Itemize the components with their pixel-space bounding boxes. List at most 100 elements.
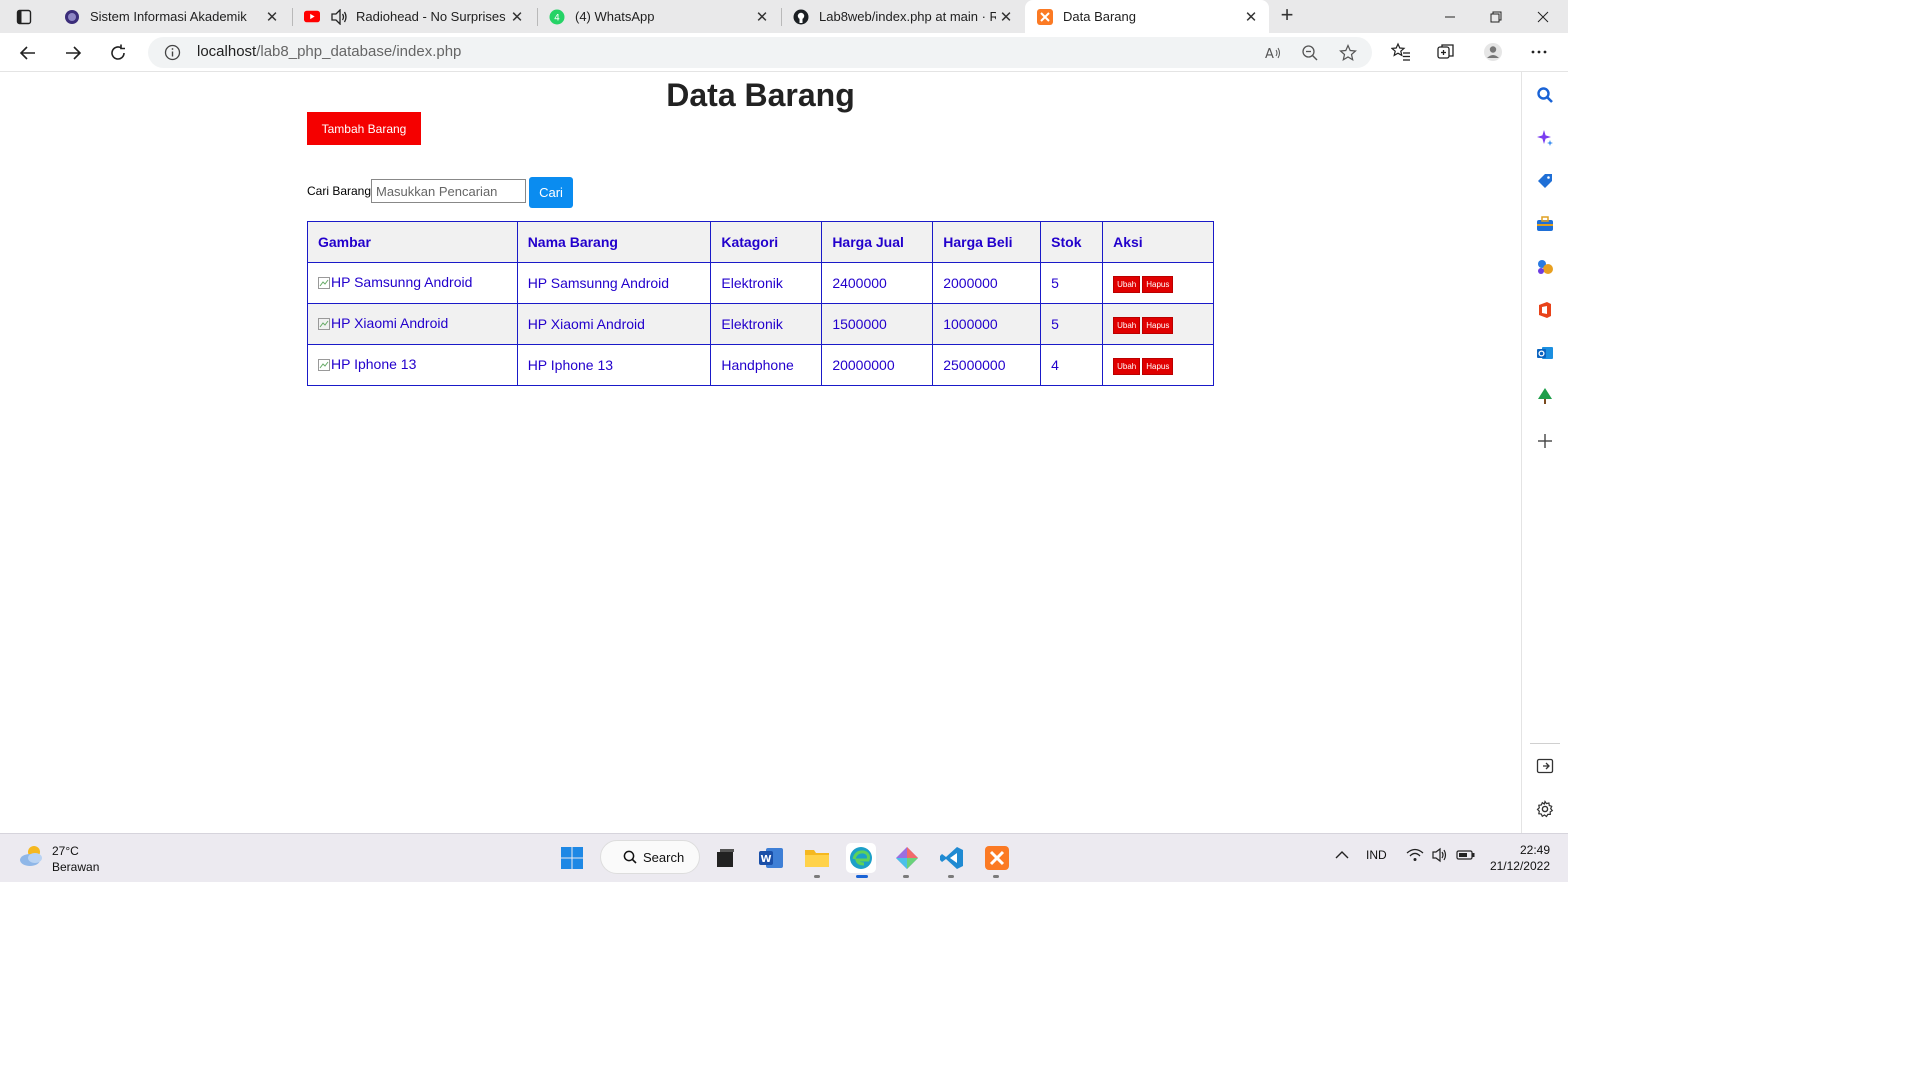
browser-tab-bar: Sistem Informasi Akademik ✕ Radiohead - …: [0, 0, 1568, 33]
tab-title: (4) WhatsApp: [575, 9, 655, 24]
battery-icon[interactable]: [1456, 847, 1476, 866]
hide-sidebar-icon[interactable]: [1535, 756, 1555, 776]
refresh-icon[interactable]: [106, 41, 130, 65]
tab-whatsapp[interactable]: 4 (4) WhatsApp ✕: [537, 0, 780, 33]
image-cell: HP Xiaomi Android: [307, 303, 518, 345]
search-button[interactable]: Cari: [529, 177, 573, 208]
tab-title: Radiohead - No Surprises -: [356, 9, 507, 24]
close-window-icon[interactable]: [1520, 0, 1566, 33]
games-icon[interactable]: [1535, 257, 1555, 277]
restore-icon[interactable]: [1473, 0, 1519, 33]
task-view-icon[interactable]: [710, 843, 740, 873]
column-header: Stok: [1040, 221, 1104, 263]
settings-gear-icon[interactable]: [1535, 799, 1555, 819]
running-indicator: [903, 875, 909, 878]
outlook-icon[interactable]: [1535, 343, 1555, 363]
new-tab-icon[interactable]: +: [1276, 4, 1298, 27]
search-icon[interactable]: [1535, 85, 1555, 105]
youtube-icon: [304, 9, 320, 25]
add-item-button[interactable]: Tambah Barang: [307, 112, 421, 145]
system-clock[interactable]: 22:49 21/12/2022: [1484, 842, 1550, 874]
tab-title: Sistem Informasi Akademik: [90, 9, 247, 24]
taskbar-search-label: Search: [643, 849, 685, 865]
add-favorite-icon[interactable]: [1339, 44, 1357, 62]
tab-youtube[interactable]: Radiohead - No Surprises - ✕: [292, 0, 535, 33]
image-cell: HP Iphone 13: [307, 344, 518, 386]
profile-avatar-icon[interactable]: [1482, 41, 1504, 63]
svg-text:A: A: [1265, 47, 1274, 62]
file-explorer-icon[interactable]: [802, 843, 832, 873]
xampp-icon[interactable]: [982, 843, 1012, 873]
weather-desc: Berawan: [52, 859, 100, 874]
edge-browser-icon[interactable]: [846, 843, 876, 873]
svg-text:4: 4: [554, 13, 560, 23]
svg-text:W: W: [760, 854, 771, 865]
search-input[interactable]: [371, 179, 526, 203]
wifi-icon[interactable]: [1406, 847, 1424, 866]
forward-icon[interactable]: [61, 41, 85, 65]
language-indicator[interactable]: IND: [1366, 848, 1387, 862]
copilot-sparkle-icon[interactable]: [1535, 128, 1555, 148]
column-header: Nama Barang: [516, 221, 712, 263]
show-hidden-icons-icon[interactable]: [1334, 847, 1350, 866]
tab-sistem-informasi[interactable]: Sistem Informasi Akademik ✕: [52, 0, 290, 33]
read-aloud-icon[interactable]: A: [1264, 44, 1282, 62]
item-stock: 5: [1040, 262, 1104, 304]
column-header: Gambar: [307, 221, 518, 263]
tab-data-barang[interactable]: Data Barang ✕: [1025, 0, 1269, 33]
university-logo-icon: [64, 9, 80, 25]
close-tab-icon[interactable]: ✕: [752, 7, 772, 27]
shopping-tag-icon[interactable]: [1535, 171, 1555, 191]
word-icon[interactable]: W: [756, 843, 786, 873]
tree-icon[interactable]: [1535, 386, 1555, 406]
audio-playing-icon[interactable]: [330, 8, 348, 25]
table-header-row: Gambar Nama Barang Katagori Harga Jual H…: [307, 221, 1214, 263]
item-stock: 5: [1040, 303, 1104, 345]
item-buy-price: 25000000: [932, 344, 1042, 386]
volume-icon[interactable]: [1431, 847, 1449, 866]
windows-start-icon[interactable]: [557, 843, 587, 873]
address-bar[interactable]: localhost/lab8_php_database/index.php A: [148, 37, 1372, 68]
vscode-icon[interactable]: [937, 843, 967, 873]
column-header: Aksi: [1102, 221, 1214, 263]
edit-button[interactable]: Ubah: [1113, 316, 1141, 334]
edit-button[interactable]: Ubah: [1113, 275, 1141, 293]
close-tab-icon[interactable]: ✕: [262, 7, 282, 27]
office-icon[interactable]: [1535, 300, 1555, 320]
minimize-icon[interactable]: [1427, 0, 1473, 33]
weather-widget[interactable]: 27°C Berawan: [18, 842, 99, 875]
add-sidebar-icon[interactable]: [1535, 431, 1555, 451]
favorites-icon[interactable]: [1390, 41, 1412, 63]
taskbar-search[interactable]: Search: [600, 840, 700, 874]
close-tab-icon[interactable]: ✕: [507, 7, 527, 27]
delete-button[interactable]: Hapus: [1142, 275, 1174, 293]
item-buy-price: 2000000: [932, 262, 1042, 304]
edit-button[interactable]: Ubah: [1113, 357, 1141, 375]
url-text[interactable]: localhost/lab8_php_database/index.php: [197, 43, 461, 60]
broken-image: HP Iphone 13: [318, 356, 416, 372]
item-buy-price: 1000000: [932, 303, 1042, 345]
site-info-icon[interactable]: [164, 44, 181, 66]
back-icon[interactable]: [16, 41, 40, 65]
delete-button[interactable]: Hapus: [1142, 316, 1174, 334]
item-sell-price: 1500000: [821, 303, 934, 345]
more-menu-icon[interactable]: [1528, 41, 1550, 63]
close-tab-icon[interactable]: ✕: [996, 7, 1016, 27]
item-sell-price: 20000000: [821, 344, 934, 386]
delete-button[interactable]: Hapus: [1142, 357, 1174, 375]
actions-cell: Ubah Hapus: [1102, 344, 1214, 386]
column-header: Harga Beli: [932, 221, 1042, 263]
tools-briefcase-icon[interactable]: [1535, 214, 1555, 234]
tab-actions-icon[interactable]: [9, 6, 39, 28]
zoom-out-icon[interactable]: [1301, 44, 1319, 62]
git-client-icon[interactable]: [892, 843, 922, 873]
actions-cell: Ubah Hapus: [1102, 262, 1214, 304]
close-tab-icon[interactable]: ✕: [1241, 7, 1261, 27]
item-sell-price: 2400000: [821, 262, 934, 304]
tab-github[interactable]: Lab8web/index.php at main · Ris ✕: [781, 0, 1024, 33]
active-app-indicator: [856, 875, 868, 878]
tab-title: Data Barang: [1063, 9, 1136, 24]
web-page: Data Barang Tambah Barang Cari Barang Ca…: [0, 73, 1521, 833]
clock-date: 21/12/2022: [1489, 859, 1550, 873]
collections-icon[interactable]: [1435, 41, 1457, 63]
